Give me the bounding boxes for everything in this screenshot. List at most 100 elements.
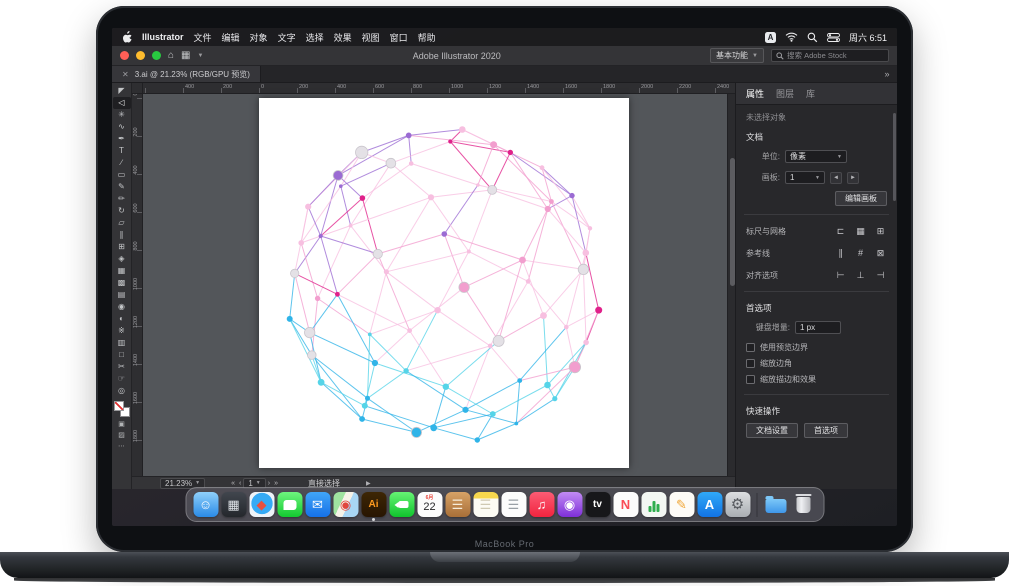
- dock-icon-downloads[interactable]: [763, 492, 788, 517]
- vertical-scrollbar[interactable]: [727, 94, 735, 476]
- menu-item-选择[interactable]: 选择: [306, 31, 324, 44]
- blend-tool[interactable]: ◐: [113, 313, 131, 325]
- menu-item-帮助[interactable]: 帮助: [418, 31, 436, 44]
- stock-search-input[interactable]: [787, 51, 884, 60]
- pen-tool[interactable]: ✒: [113, 133, 131, 145]
- quick-action-文档设置[interactable]: 文档设置: [746, 423, 798, 438]
- pencil-tool[interactable]: ✏: [113, 193, 131, 205]
- artboard[interactable]: [259, 98, 629, 468]
- tab-close-icon[interactable]: ✕: [122, 70, 129, 79]
- checkbox[interactable]: [746, 359, 755, 368]
- canvas-content[interactable]: [143, 94, 735, 476]
- menu-item-视图[interactable]: 视图: [362, 31, 380, 44]
- panel-collapse-icon[interactable]: »: [877, 66, 897, 82]
- toolbar-bottom-icon-1[interactable]: ▨: [113, 430, 131, 441]
- align-options-icons-1[interactable]: ⊥: [854, 269, 867, 282]
- menu-item-文字[interactable]: 文字: [278, 31, 296, 44]
- dock-icon-maps[interactable]: ◉: [333, 492, 358, 517]
- direct-selection-tool[interactable]: ◁: [113, 97, 131, 109]
- dock-icon-mail[interactable]: ✉: [305, 492, 330, 517]
- keyboard-increment-input[interactable]: 1 px: [795, 321, 841, 334]
- ruler-left[interactable]: 020040060080010001200140016001800: [132, 94, 143, 476]
- edit-artboards-button[interactable]: 编辑画板: [835, 191, 887, 206]
- arrange-documents-chevron-icon[interactable]: ▼: [198, 53, 204, 59]
- line-segment-tool[interactable]: ∕: [113, 157, 131, 169]
- checkbox[interactable]: [746, 343, 755, 352]
- gradient-tool[interactable]: ▤: [113, 289, 131, 301]
- first-artboard-button[interactable]: «: [231, 480, 235, 487]
- home-icon[interactable]: ⌂: [168, 51, 174, 61]
- dock-icon-music[interactable]: ♫: [529, 492, 554, 517]
- selection-tool[interactable]: ◤: [113, 85, 131, 97]
- units-select[interactable]: 像素 ▼: [785, 150, 847, 163]
- dock-icon-appstore[interactable]: A: [697, 492, 722, 517]
- ruler-top[interactable]: 4002000200400600800100012001400160018002…: [143, 83, 735, 94]
- free-transform-tool[interactable]: ⊞: [113, 241, 131, 253]
- arrange-documents-icon[interactable]: ▦: [181, 51, 190, 61]
- dock-icon-messages[interactable]: [277, 492, 302, 517]
- previous-artboard-button[interactable]: ‹: [239, 480, 241, 487]
- eyedropper-tool[interactable]: ◉: [113, 301, 131, 313]
- panel-tab-图层[interactable]: 图层: [776, 87, 794, 100]
- magic-wand-tool[interactable]: ✳: [113, 109, 131, 121]
- menu-item-窗口[interactable]: 窗口: [390, 31, 408, 44]
- ruler-corner[interactable]: [132, 83, 143, 94]
- menu-item-文件[interactable]: 文件: [194, 31, 212, 44]
- canvas-area[interactable]: 4002000200400600800100012001400160018002…: [132, 83, 735, 476]
- workspace-switcher[interactable]: 基本功能 ▼: [710, 48, 764, 63]
- dock-icon-news[interactable]: N: [613, 492, 638, 517]
- type-tool[interactable]: T: [113, 145, 131, 157]
- dock-icon-finder[interactable]: ☺: [193, 492, 218, 517]
- menubar-app-name[interactable]: Illustrator: [142, 32, 184, 42]
- lasso-tool[interactable]: ∿: [113, 121, 131, 133]
- dock-icon-reminders[interactable]: ☰: [501, 492, 526, 517]
- menu-item-编辑[interactable]: 编辑: [222, 31, 240, 44]
- dock-icon-illustrator[interactable]: Ai: [361, 492, 386, 517]
- minimize-window-button[interactable]: [136, 51, 145, 60]
- dock-icon-pages[interactable]: ✎: [669, 492, 694, 517]
- rulers-grids-icons-0[interactable]: ⊏: [834, 225, 847, 238]
- dock-icon-numbers[interactable]: [641, 492, 666, 517]
- next-artboard-mini-button[interactable]: ►: [847, 172, 859, 184]
- column-graph-tool[interactable]: ▥: [113, 337, 131, 349]
- rulers-grids-icons-2[interactable]: ⊞: [874, 225, 887, 238]
- document-tab[interactable]: ✕ 3.ai @ 21.23% (RGB/GPU 预览): [112, 66, 261, 82]
- artboard-select[interactable]: 1 ▼: [785, 171, 825, 184]
- hand-tool[interactable]: ☞: [113, 373, 131, 385]
- close-window-button[interactable]: [120, 51, 129, 60]
- zoom-window-button[interactable]: [152, 51, 161, 60]
- spotlight-search-icon[interactable]: [807, 32, 818, 43]
- dock-icon-safari[interactable]: ◆: [249, 492, 274, 517]
- last-artboard-button[interactable]: »: [274, 480, 278, 487]
- dock-icon-podcasts[interactable]: ◉: [557, 492, 582, 517]
- artboard-tool[interactable]: □: [113, 349, 131, 361]
- rectangle-tool[interactable]: ▭: [113, 169, 131, 181]
- vertical-scrollbar-thumb[interactable]: [730, 158, 735, 286]
- status-menu-arrow-icon[interactable]: ▶: [366, 480, 371, 487]
- align-options-icons-0[interactable]: ⊢: [834, 269, 847, 282]
- dock-icon-facetime[interactable]: [389, 492, 414, 517]
- dock-icon-calendar[interactable]: 6月22: [417, 492, 442, 517]
- apple-logo[interactable]: [122, 31, 132, 43]
- scale-tool[interactable]: ▱: [113, 217, 131, 229]
- dock-icon-notes[interactable]: ☰: [473, 492, 498, 517]
- wifi-icon[interactable]: [785, 32, 798, 42]
- dock-icon-contacts[interactable]: ☰: [445, 492, 470, 517]
- width-tool[interactable]: ∥: [113, 229, 131, 241]
- panel-scrollbar[interactable]: [893, 113, 896, 201]
- perspective-grid-tool[interactable]: ▦: [113, 265, 131, 277]
- zoom-tool[interactable]: ◎: [113, 385, 131, 397]
- previous-artboard-mini-button[interactable]: ◄: [830, 172, 842, 184]
- paintbrush-tool[interactable]: ✎: [113, 181, 131, 193]
- panel-tab-库[interactable]: 库: [806, 87, 815, 100]
- guides-icons-2[interactable]: ⊠: [874, 247, 887, 260]
- dock-icon-settings[interactable]: ⚙: [725, 492, 750, 517]
- guides-icons-0[interactable]: ∥: [834, 247, 847, 260]
- menubar-clock[interactable]: 周六 6:51: [849, 31, 887, 44]
- toolbar-bottom-icon-2[interactable]: ⋯: [113, 441, 131, 452]
- align-options-icons-2[interactable]: ⊣: [874, 269, 887, 282]
- mesh-tool[interactable]: ▩: [113, 277, 131, 289]
- control-center-icon[interactable]: [827, 33, 840, 42]
- dock-icon-launchpad[interactable]: ▦: [221, 492, 246, 517]
- symbol-sprayer-tool[interactable]: ※: [113, 325, 131, 337]
